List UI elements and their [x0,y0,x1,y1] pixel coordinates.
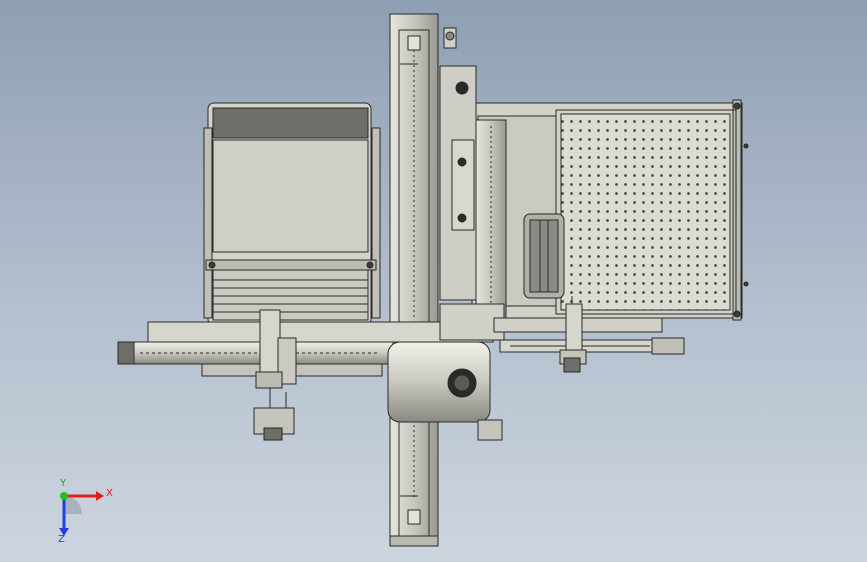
perforated-worktable[interactable] [471,99,749,321]
machine-assembly-top-view[interactable] [0,0,867,562]
x-axis-label: X [106,488,113,499]
right-linear-cylinder[interactable] [493,317,685,355]
y-axis-label: Y [60,478,67,489]
coordinate-triad: X Y Z [40,478,120,548]
left-tray-magazine[interactable] [203,102,381,326]
rotary-chuck[interactable] [523,213,565,299]
main-vertical-gantry[interactable] [389,13,439,547]
top-adjust-knob[interactable] [443,27,457,49]
z-axis-label: Z [58,534,65,545]
cad-viewport[interactable]: X Y Z [0,0,867,562]
